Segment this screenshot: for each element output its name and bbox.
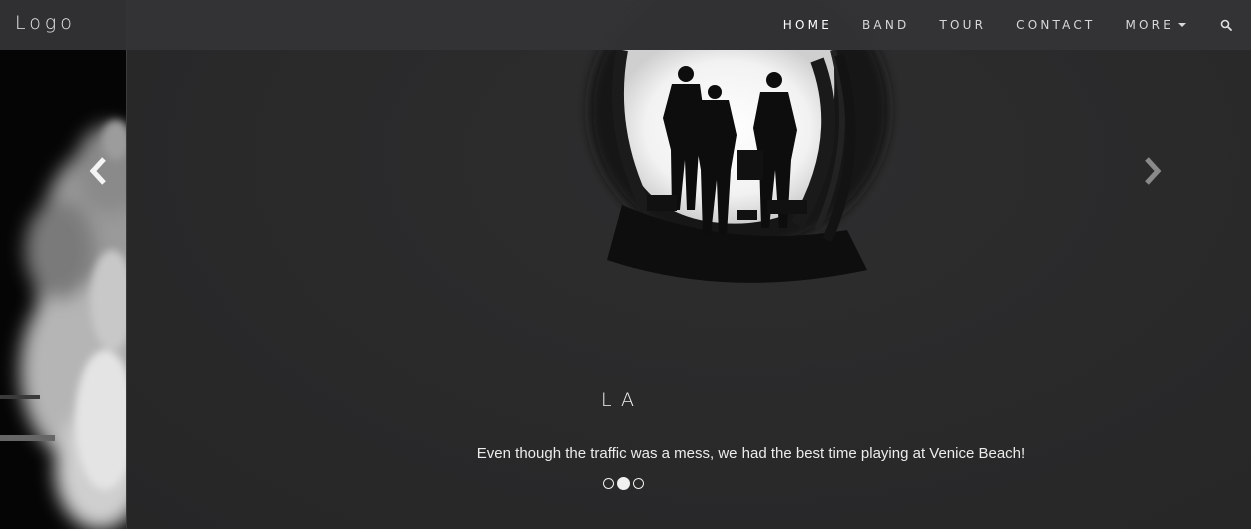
nav-item-home[interactable]: HOME	[768, 0, 847, 50]
carousel: Logo HOME BAND TOUR CONTACT MORE LA Even…	[0, 0, 1251, 529]
nav-item-more-label: MORE	[1125, 18, 1174, 32]
carousel-indicators	[603, 477, 644, 490]
chevron-right-icon	[1145, 157, 1162, 185]
nav-menu: HOME BAND TOUR CONTACT MORE	[768, 0, 1251, 50]
carousel-prev-button[interactable]	[83, 152, 113, 190]
nav-item-band[interactable]: BAND	[847, 0, 924, 50]
chevron-left-icon	[89, 157, 106, 185]
carousel-indicator-1[interactable]	[603, 478, 614, 489]
nav-item-more[interactable]: MORE	[1110, 0, 1201, 50]
nav-item-tour[interactable]: TOUR	[924, 0, 1001, 50]
top-navbar: Logo HOME BAND TOUR CONTACT MORE	[0, 0, 1251, 50]
carousel-indicator-2[interactable]	[617, 477, 630, 490]
logo[interactable]: Logo	[15, 12, 76, 34]
carousel-next-button[interactable]	[1138, 152, 1168, 190]
search-icon	[1220, 19, 1232, 31]
caret-down-icon	[1178, 23, 1186, 27]
slide-caption-title: LA	[600, 389, 644, 411]
nav-item-contact[interactable]: CONTACT	[1001, 0, 1110, 50]
search-button[interactable]	[1201, 0, 1251, 50]
carousel-indicator-3[interactable]	[633, 478, 644, 489]
slide-caption-text: Even though the traffic was a mess, we h…	[476, 445, 1026, 462]
